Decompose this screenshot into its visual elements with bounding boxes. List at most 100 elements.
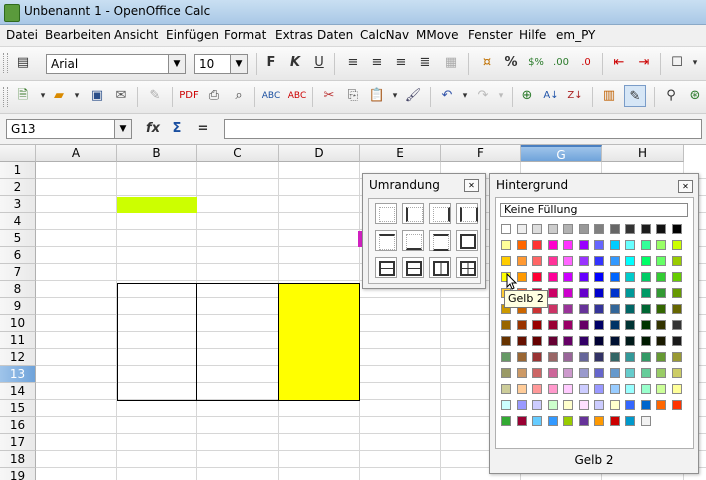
column-header-h[interactable]: H xyxy=(602,145,684,162)
color-swatch[interactable] xyxy=(594,400,604,410)
navigator-icon[interactable]: ⊛ xyxy=(684,85,706,107)
color-swatch[interactable] xyxy=(594,352,604,362)
color-swatch[interactable] xyxy=(532,352,542,362)
color-swatch[interactable] xyxy=(656,288,666,298)
color-swatch[interactable] xyxy=(516,384,527,394)
border-left-right-button[interactable] xyxy=(456,203,478,224)
color-swatch[interactable] xyxy=(640,304,651,314)
percent-icon[interactable]: % xyxy=(500,52,522,74)
color-swatch[interactable] xyxy=(671,352,682,362)
color-swatch[interactable] xyxy=(594,256,604,266)
border-bottom-button[interactable] xyxy=(402,230,424,251)
currency-icon[interactable]: ¤ xyxy=(476,52,498,74)
color-swatch[interactable] xyxy=(625,224,635,234)
border-right-button[interactable] xyxy=(429,203,451,224)
color-swatch[interactable] xyxy=(656,400,666,410)
row-header-12[interactable]: 12 xyxy=(0,349,36,366)
color-swatch[interactable] xyxy=(625,368,635,378)
close-icon[interactable]: ✕ xyxy=(464,179,479,192)
increase-indent-icon[interactable]: ⇥ xyxy=(633,52,655,74)
color-swatch[interactable] xyxy=(640,336,651,346)
chevron-down-icon[interactable]: ▾ xyxy=(684,52,706,74)
menu-mmove[interactable]: MMove xyxy=(416,28,459,42)
row-header-6[interactable]: 6 xyxy=(0,247,36,264)
row-header-15[interactable]: 15 xyxy=(0,400,36,417)
menu-ansicht[interactable]: Ansicht xyxy=(114,28,158,42)
color-swatch[interactable] xyxy=(594,240,604,250)
row-header-8[interactable]: 8 xyxy=(0,281,36,298)
autospellcheck-icon[interactable]: ABC xyxy=(286,85,308,107)
color-swatch[interactable] xyxy=(547,256,558,266)
color-swatch[interactable] xyxy=(547,368,558,378)
color-swatch[interactable] xyxy=(609,384,620,394)
color-swatch[interactable] xyxy=(501,352,511,362)
color-swatch[interactable] xyxy=(563,336,573,346)
color-swatch[interactable] xyxy=(625,352,635,362)
color-swatch[interactable] xyxy=(640,400,651,410)
color-swatch[interactable] xyxy=(516,352,527,362)
column-header-f[interactable]: F xyxy=(441,145,521,162)
color-swatch[interactable] xyxy=(547,384,558,394)
row-header-16[interactable]: 16 xyxy=(0,417,36,434)
color-swatch[interactable] xyxy=(594,224,604,234)
color-swatch[interactable] xyxy=(578,384,589,394)
color-swatch[interactable] xyxy=(516,224,527,234)
color-swatch[interactable] xyxy=(671,384,682,394)
number-format-icon[interactable]: $% xyxy=(525,52,547,74)
row-header-2[interactable]: 2 xyxy=(0,179,36,196)
color-swatch[interactable] xyxy=(671,288,682,298)
color-swatch[interactable] xyxy=(501,368,511,378)
color-swatch[interactable] xyxy=(609,416,620,426)
color-swatch[interactable] xyxy=(547,240,558,250)
color-swatch[interactable] xyxy=(578,336,589,346)
format-paintbrush-icon[interactable]: 🖌 xyxy=(402,85,424,107)
color-swatch[interactable] xyxy=(501,224,511,234)
color-swatch[interactable] xyxy=(594,384,604,394)
menu-datei[interactable]: Datei xyxy=(6,28,38,42)
color-swatch[interactable] xyxy=(594,272,604,282)
menu-format[interactable]: Format xyxy=(224,28,266,42)
border-horizontal-inner-button[interactable] xyxy=(375,257,397,278)
border-outer-button[interactable] xyxy=(456,230,478,251)
new-document-icon[interactable]: 🗎 xyxy=(12,85,34,107)
cell-b3-fill[interactable] xyxy=(117,197,197,213)
color-swatch[interactable] xyxy=(671,224,682,234)
justify-icon[interactable]: ≣ xyxy=(414,52,436,74)
color-swatch[interactable] xyxy=(671,400,682,410)
close-icon[interactable]: ✕ xyxy=(678,180,693,193)
color-swatch[interactable] xyxy=(563,320,573,330)
menu-fenster[interactable]: Fenster xyxy=(468,28,513,42)
export-pdf-icon[interactable]: PDF xyxy=(178,85,200,107)
chevron-down-icon[interactable]: ▾ xyxy=(66,85,88,107)
underline-icon[interactable]: U xyxy=(308,52,330,74)
color-swatch[interactable] xyxy=(625,400,635,410)
color-swatch[interactable] xyxy=(656,352,666,362)
row-header-18[interactable]: 18 xyxy=(0,451,36,468)
color-swatch[interactable] xyxy=(671,336,682,346)
color-swatch[interactable] xyxy=(547,304,558,314)
color-swatch[interactable] xyxy=(563,240,573,250)
menu-em-py[interactable]: em_PY xyxy=(556,28,595,42)
menu-einfuegen[interactable]: Einfügen xyxy=(166,28,219,42)
color-swatch[interactable] xyxy=(547,336,558,346)
chevron-down-icon[interactable]: ▼ xyxy=(114,120,131,138)
color-swatch[interactable] xyxy=(640,320,651,330)
color-swatch[interactable] xyxy=(578,320,589,330)
color-swatch[interactable] xyxy=(609,352,620,362)
row-header-11[interactable]: 11 xyxy=(0,332,36,349)
color-swatch[interactable] xyxy=(609,320,620,330)
color-swatch[interactable] xyxy=(516,240,527,250)
color-swatch[interactable] xyxy=(563,288,573,298)
name-box[interactable]: G13 ▼ xyxy=(6,119,132,139)
color-swatch[interactable] xyxy=(578,224,589,234)
color-swatch[interactable] xyxy=(656,240,666,250)
column-header-c[interactable]: C xyxy=(197,145,279,162)
color-swatch[interactable] xyxy=(547,288,558,298)
color-swatch[interactable] xyxy=(625,256,635,266)
find-replace-icon[interactable]: ⚲ xyxy=(660,85,682,107)
color-swatch[interactable] xyxy=(516,336,527,346)
color-swatch[interactable] xyxy=(625,416,635,426)
color-swatch[interactable] xyxy=(578,240,589,250)
color-swatch[interactable] xyxy=(501,320,511,330)
color-swatch[interactable] xyxy=(625,336,635,346)
